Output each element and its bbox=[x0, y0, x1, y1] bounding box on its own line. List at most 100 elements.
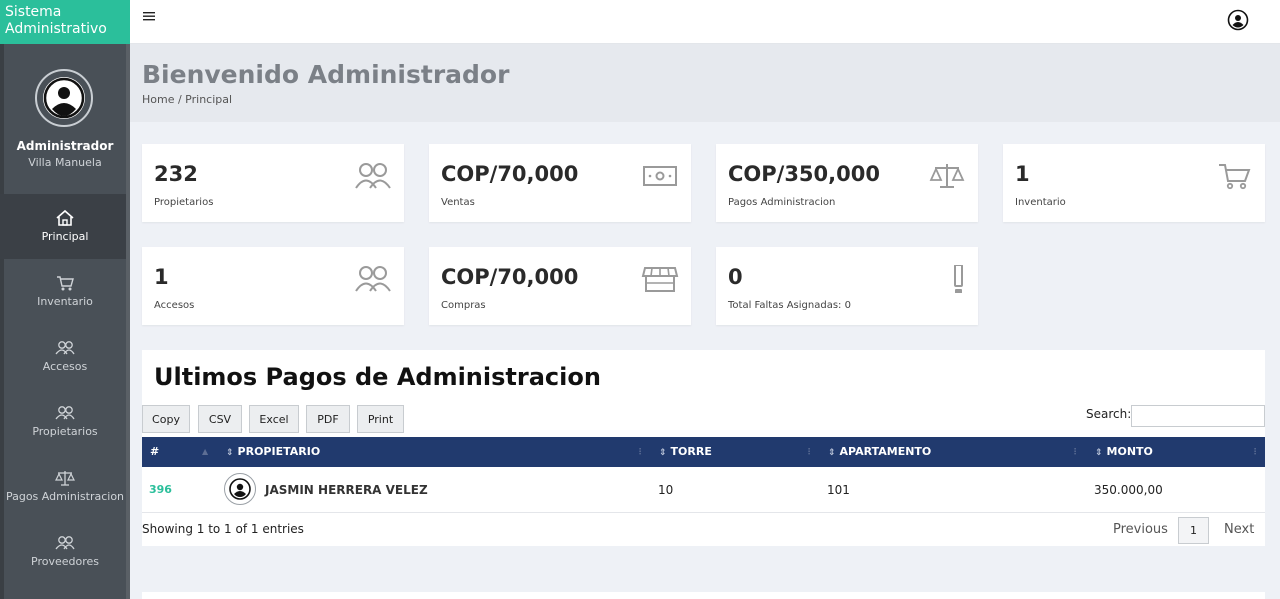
stat-card-ventas[interactable]: COP/70,000 Ventas bbox=[429, 144, 691, 222]
column-header-propietario[interactable]: ⇕ PROPIETARIO ⋮ bbox=[226, 437, 646, 467]
avatar bbox=[35, 69, 93, 127]
profile-name: Administrador bbox=[16, 139, 114, 153]
stat-value: COP/70,000 bbox=[441, 162, 579, 186]
stat-card-accesos[interactable]: 1 Accesos bbox=[142, 247, 404, 325]
stat-label: Pagos Administracion bbox=[728, 197, 836, 208]
stat-label: Propietarios bbox=[154, 197, 214, 208]
stat-label: Compras bbox=[441, 300, 486, 311]
user-account-icon[interactable] bbox=[1227, 9, 1249, 31]
profile-subtitle: Villa Manuela bbox=[28, 156, 102, 169]
stat-card-inventario[interactable]: 1 Inventario bbox=[1003, 144, 1265, 222]
sidebar-item-label: Principal bbox=[41, 230, 89, 243]
sidebar-item-label: Inventario bbox=[37, 295, 93, 308]
pagination-page-1[interactable]: 1 bbox=[1178, 517, 1209, 544]
column-label: APARTAMENTO bbox=[839, 445, 932, 458]
column-header-monto[interactable]: ⇕ MONTO ⋮ bbox=[1095, 437, 1260, 467]
sidebar-item-label: Proveedores bbox=[31, 555, 99, 568]
hamburger-menu-icon[interactable] bbox=[142, 9, 156, 23]
pagination-next[interactable]: Next bbox=[1224, 522, 1254, 537]
sidebar-item-inventario[interactable]: Inventario bbox=[0, 259, 130, 324]
excel-button[interactable]: Excel bbox=[249, 405, 299, 433]
payment-id-link[interactable]: 396 bbox=[149, 467, 172, 513]
stat-label: Total Faltas Asignadas: 0 bbox=[728, 300, 851, 311]
sidebar-item-label: Accesos bbox=[42, 360, 88, 373]
next-panel bbox=[142, 592, 1265, 599]
sort-icon: ⇕ bbox=[1095, 448, 1103, 458]
column-label: PROPIETARIO bbox=[237, 445, 321, 458]
owner-name: JASMIN HERRERA VELEZ bbox=[265, 483, 428, 497]
store-icon bbox=[641, 267, 679, 292]
sort-icon: ⋮ bbox=[636, 447, 644, 456]
stat-value: COP/350,000 bbox=[728, 162, 880, 186]
sidebar: Sistema Administrativo Administrador Vil… bbox=[0, 0, 130, 599]
avatar bbox=[224, 473, 256, 505]
search-input[interactable] bbox=[1131, 405, 1265, 427]
exclamation-icon bbox=[954, 265, 963, 293]
home-icon bbox=[56, 209, 74, 226]
cart-icon bbox=[57, 276, 74, 291]
user-profile: Administrador Villa Manuela bbox=[0, 44, 130, 194]
users-icon bbox=[355, 163, 391, 189]
sort-icon: ⇕ bbox=[828, 448, 836, 458]
sort-asc-icon: ▲ bbox=[202, 447, 209, 456]
search-label: Search: bbox=[1086, 407, 1132, 421]
sort-icon: ⋮ bbox=[805, 447, 813, 456]
column-label: TORRE bbox=[670, 445, 712, 458]
scale-icon bbox=[929, 164, 965, 188]
apartamento-value: 101 bbox=[827, 483, 850, 497]
users-icon bbox=[55, 341, 75, 355]
stat-label: Accesos bbox=[154, 300, 195, 311]
print-button[interactable]: Print bbox=[357, 405, 404, 433]
stat-card-propietarios[interactable]: 232 Propietarios bbox=[142, 144, 404, 222]
pdf-button[interactable]: PDF bbox=[306, 405, 350, 433]
csv-button[interactable]: CSV bbox=[198, 405, 242, 433]
user-avatar-icon bbox=[43, 77, 85, 119]
sidebar-item-label: Pagos Administracion bbox=[5, 490, 125, 503]
stat-card-compras[interactable]: COP/70,000 Compras bbox=[429, 247, 691, 325]
page-header: Bienvenido Administrador Home / Principa… bbox=[130, 44, 1280, 122]
sidebar-item-accesos[interactable]: Accesos bbox=[0, 324, 130, 389]
money-icon bbox=[643, 166, 677, 186]
scale-icon bbox=[55, 471, 75, 486]
breadcrumb: Home / Principal bbox=[142, 93, 233, 106]
stat-value: COP/70,000 bbox=[441, 265, 579, 289]
pagination-previous[interactable]: Previous bbox=[1113, 522, 1168, 537]
column-header-id[interactable]: # ▲ bbox=[150, 437, 210, 467]
table-title: Ultimos Pagos de Administracion bbox=[154, 363, 601, 391]
copy-button[interactable]: Copy bbox=[142, 405, 190, 433]
stat-card-pagos-administracion[interactable]: COP/350,000 Pagos Administracion bbox=[716, 144, 978, 222]
column-header-torre[interactable]: ⇕ TORRE ⋮ bbox=[659, 437, 813, 467]
sidebar-scrollbar[interactable] bbox=[126, 44, 130, 599]
users-icon bbox=[55, 536, 75, 550]
stat-value: 232 bbox=[154, 162, 198, 186]
stat-value: 1 bbox=[154, 265, 169, 289]
column-header-apartamento[interactable]: ⇕ APARTAMENTO ⋮ bbox=[828, 437, 1079, 467]
table-row: 396 JASMIN HERRERA VELEZ 10 101 350.000,… bbox=[142, 467, 1265, 513]
stat-label: Inventario bbox=[1015, 197, 1066, 208]
sort-icon: ⋮ bbox=[1071, 447, 1079, 456]
column-label: # bbox=[150, 445, 160, 458]
cart-icon bbox=[1219, 164, 1251, 190]
payments-table-panel: Ultimos Pagos de Administracion Copy CSV… bbox=[142, 350, 1265, 546]
sidebar-item-proveedores[interactable]: Proveedores bbox=[0, 519, 130, 584]
table-header: # ▲ ⇕ PROPIETARIO ⋮ ⇕ TORRE ⋮ ⇕ APARTAMENTO… bbox=[142, 437, 1265, 467]
column-label: MONTO bbox=[1106, 445, 1153, 458]
topbar bbox=[130, 0, 1280, 44]
stat-value: 1 bbox=[1015, 162, 1030, 186]
users-icon bbox=[55, 406, 75, 420]
sidebar-item-pagos-administracion[interactable]: Pagos Administracion bbox=[0, 454, 130, 519]
sort-icon: ⋮ bbox=[1251, 447, 1259, 456]
torre-value: 10 bbox=[658, 483, 674, 497]
table-info: Showing 1 to 1 of 1 entries bbox=[142, 522, 304, 536]
monto-value: 350.000,00 bbox=[1094, 483, 1163, 497]
brand-logo-text[interactable]: Sistema Administrativo bbox=[0, 0, 130, 44]
stat-card-faltas[interactable]: 0 Total Faltas Asignadas: 0 bbox=[716, 247, 978, 325]
page-title: Bienvenido Administrador bbox=[142, 60, 510, 89]
sort-icon: ⇕ bbox=[659, 448, 667, 458]
stat-label: Ventas bbox=[441, 197, 475, 208]
sidebar-item-label: Propietarios bbox=[32, 425, 98, 438]
users-icon bbox=[355, 266, 391, 292]
sidebar-item-propietarios[interactable]: Propietarios bbox=[0, 389, 130, 454]
sidebar-item-principal[interactable]: Principal bbox=[0, 194, 130, 259]
sort-icon: ⇕ bbox=[226, 448, 234, 458]
